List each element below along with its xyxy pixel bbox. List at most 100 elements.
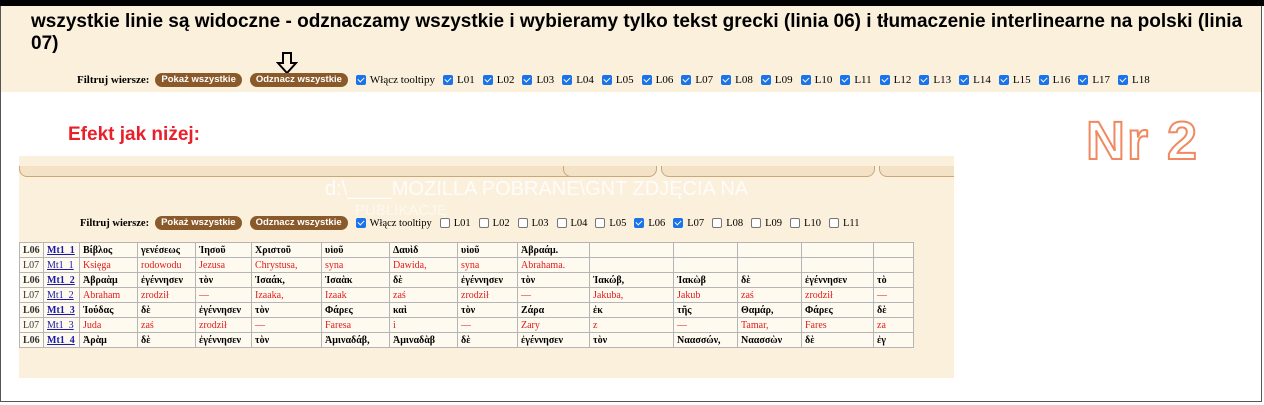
greek-word-cell [589, 242, 674, 258]
polish-word-cell: — [251, 317, 322, 333]
number-label: Nr 2 [1085, 110, 1200, 172]
line-checkbox-l16[interactable]: L16 [1038, 74, 1070, 86]
line-checkbox-l04[interactable]: L04 [556, 218, 587, 229]
polish-word-cell: i [389, 317, 458, 333]
checkbox-checked-icon [355, 75, 366, 85]
line-checkbox-label: L06 [655, 74, 674, 86]
checkbox-checked-icon [522, 75, 533, 85]
line-checkbox-l11[interactable]: L11 [828, 217, 860, 229]
line-checkbox-label: L02 [492, 217, 510, 229]
verse-ref-link[interactable]: Mt1_2 [47, 290, 74, 301]
show-all-button[interactable]: Pokaż wszystkie [155, 73, 242, 87]
line-checkbox-l12[interactable]: L12 [879, 74, 911, 86]
greek-word-cell: ἐγέννησεν [195, 302, 252, 318]
line-checkbox-l01[interactable]: L01 [442, 74, 475, 86]
tab-shape [879, 166, 954, 177]
line-checkbox-l08[interactable]: L08 [712, 218, 743, 229]
line-code-cell: L06 [19, 242, 44, 258]
line-checkbox-l03[interactable]: L03 [517, 218, 549, 229]
show-all-button[interactable]: Pokaż wszystkie [155, 216, 242, 230]
line-checkbox-l17[interactable]: L17 [1078, 74, 1110, 86]
greek-word-cell: ἐγέννησεν [801, 272, 874, 288]
table-row: L06 Mt1_1 Βίβλος γενέσεως Ἰησοῦ Χριστοῦ υἱοῦ Δα… [19, 242, 914, 258]
line-checkbox-l07[interactable]: L07 [681, 74, 713, 86]
greek-word-cell: ἐκ [589, 302, 674, 318]
verse-ref-link[interactable]: Mt1_3 [47, 305, 75, 316]
greek-word-cell: Ζάρα [517, 302, 590, 318]
line-checkbox-l09[interactable]: L09 [751, 218, 782, 229]
line-checkbox-l04[interactable]: L04 [562, 74, 594, 86]
verse-ref-link[interactable]: Mt1_1 [47, 260, 74, 271]
line-checkbox-l11[interactable]: L11 [840, 74, 872, 86]
polish-word-cell: Dawida, [389, 257, 458, 273]
verse-ref-link[interactable]: Mt1_3 [47, 320, 74, 331]
line-checkbox-l03[interactable]: L03 [522, 74, 554, 86]
checkbox-checked-icon [601, 75, 612, 85]
line-checkbox-label: L05 [615, 74, 634, 86]
line-checkbox-l09[interactable]: L09 [760, 74, 793, 86]
tooltips-checkbox[interactable]: Włącz tooltipy [355, 218, 432, 229]
checkbox-unchecked-icon [439, 218, 450, 228]
greek-word-cell: Ἰσαὰκ [321, 272, 390, 288]
line-checkbox-l02[interactable]: L02 [482, 74, 514, 86]
line-checkbox-l05[interactable]: L05 [595, 218, 626, 229]
line-checkbox-label: L18 [1132, 74, 1150, 86]
polish-word-cell: Jakuba, [589, 287, 674, 303]
polish-word-cell: Faresa [321, 317, 390, 333]
line-checkbox-l10[interactable]: L10 [790, 218, 821, 229]
line-checkbox-l01[interactable]: L01 [439, 218, 471, 229]
greek-word-cell [873, 242, 914, 258]
verse-ref-link[interactable]: Mt1_1 [47, 245, 75, 256]
verse-ref-link[interactable]: Mt1_4 [47, 335, 75, 346]
filter-label: Filtruj wiersze: [80, 217, 150, 229]
greek-word-cell: Ἰούδας [79, 302, 138, 318]
line-checkbox-l06[interactable]: L06 [634, 218, 665, 229]
polish-word-cell: z [589, 317, 674, 333]
greek-word-cell: δὲ [137, 332, 196, 348]
checkbox-checked-icon [673, 218, 684, 228]
greek-word-cell: ἐγέννησεν [517, 332, 590, 348]
greek-word-cell: Ἀρὰμ [79, 332, 138, 348]
line-checkbox-label: L03 [536, 74, 555, 86]
tooltips-checkbox[interactable]: Włącz tooltipy [355, 74, 435, 86]
line-checkbox-label: L05 [609, 217, 627, 229]
line-checkbox-l15[interactable]: L15 [998, 74, 1031, 86]
greek-word-cell: Θαμάρ, [737, 302, 802, 318]
table-row: L07 Mt1_2 Abraham zrodził — Izaaka, Izaak zaś zr… [19, 287, 914, 303]
uncheck-all-button[interactable]: Odznacz wszystkie [249, 216, 348, 230]
checkbox-checked-icon [721, 75, 732, 85]
greek-word-cell: Ἀμιναδάβ, [321, 332, 390, 348]
greek-word-cell: Φάρες [321, 302, 390, 318]
line-checkbox-group: L01 L02 L03 L04 L05 L06 L07 L08 L09 L10 L11 L12 L13 L… [442, 74, 1158, 86]
polish-word-cell: — [517, 287, 590, 303]
checkbox-checked-icon [634, 218, 645, 228]
table-row: L07 Mt1_3 Juda zaś zrodził — Faresa i — Zary z — Tam… [19, 317, 914, 333]
line-checkbox-l10[interactable]: L10 [800, 74, 832, 86]
verse-ref-cell: Mt1_3 [43, 302, 80, 318]
line-checkbox-l05[interactable]: L05 [601, 74, 634, 86]
line-checkbox-l14[interactable]: L14 [959, 74, 991, 86]
line-checkbox-l02[interactable]: L02 [478, 217, 510, 229]
greek-word-cell: τὸν [517, 272, 590, 288]
line-checkbox-l06[interactable]: L06 [641, 74, 674, 86]
greek-word-cell: τὸν [251, 302, 322, 318]
checkbox-unchecked-icon [517, 218, 528, 228]
line-code-cell: L07 [19, 257, 44, 273]
verse-ref-cell: Mt1_1 [43, 242, 80, 258]
line-checkbox-label: L11 [842, 217, 860, 229]
uncheck-all-button[interactable]: Odznacz wszystkie [249, 73, 348, 87]
line-checkbox-label: L07 [695, 74, 714, 86]
verse-ref-link[interactable]: Mt1_2 [47, 275, 75, 286]
row-filter-bar: Filtruj wiersze: Pokaż wszystkie Odznacz… [77, 72, 1158, 88]
checkbox-unchecked-icon [478, 218, 489, 228]
line-checkbox-l07[interactable]: L07 [673, 218, 704, 229]
line-checkbox-l13[interactable]: L13 [919, 74, 951, 86]
line-checkbox-l08[interactable]: L08 [721, 74, 753, 86]
polish-word-cell: syna [457, 257, 518, 273]
greek-word-cell: υἱοῦ [321, 242, 390, 258]
line-checkbox-label: L14 [973, 74, 991, 86]
polish-word-cell: rodowodu [137, 257, 196, 273]
line-checkbox-l18[interactable]: L18 [1118, 74, 1150, 86]
polish-word-cell [737, 257, 802, 273]
greek-word-cell: ἐγέννησεν [137, 272, 196, 288]
